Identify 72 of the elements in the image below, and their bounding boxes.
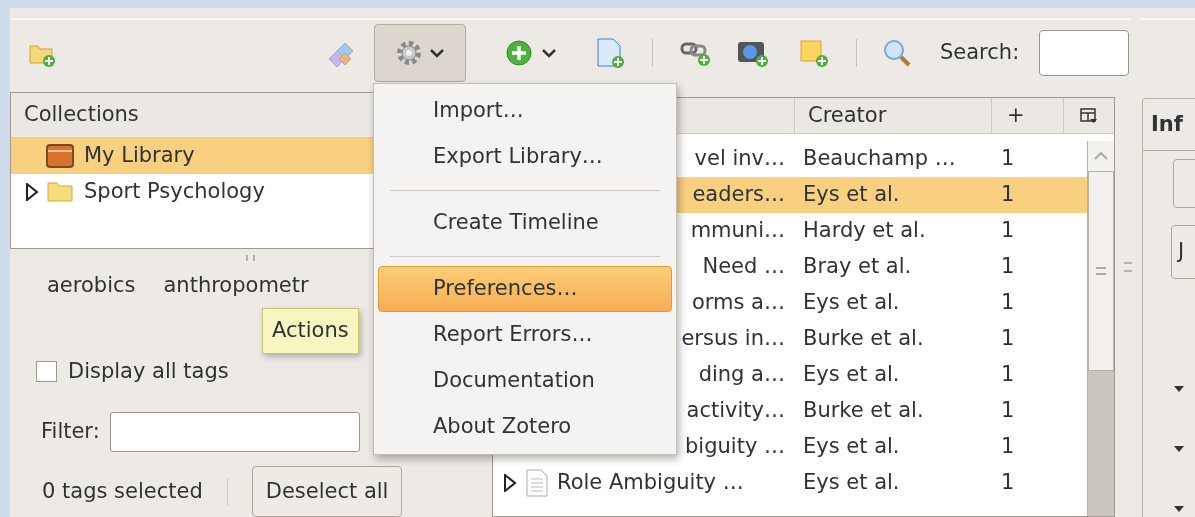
- menu-item[interactable]: Preferences…: [378, 266, 672, 312]
- table-cell-text: eaders…: [692, 181, 785, 209]
- search-field[interactable]: [1039, 29, 1130, 76]
- table-cell-text: Role Ambiguity …: [557, 469, 744, 497]
- table-cell-text: biguity …: [685, 433, 785, 461]
- filter-field[interactable]: [109, 412, 360, 452]
- table-cell: Burke et al.: [803, 398, 924, 423]
- table-cell: Eys et al.: [803, 182, 900, 207]
- table-cell: Hardy et al.: [803, 218, 926, 243]
- table-cell-text: Need …: [702, 253, 785, 281]
- table-cell-text: ding a…: [698, 361, 785, 389]
- table-cell: 1: [1001, 326, 1015, 351]
- table-cell: Eys et al.: [803, 470, 900, 495]
- add-icon: [505, 38, 533, 67]
- tag[interactable]: aerobics: [47, 270, 136, 302]
- caret-icon: [429, 48, 445, 58]
- column-picker-icon[interactable]: [1080, 106, 1098, 125]
- table-cell: Burke et al.: [803, 326, 924, 351]
- table-cell-text: activity…: [686, 397, 785, 425]
- table-cell: 1: [1001, 362, 1015, 387]
- actions-button[interactable]: [374, 24, 466, 82]
- table-cell: 1: [1001, 182, 1015, 207]
- library-icon: [45, 142, 75, 171]
- document-icon: [525, 469, 549, 497]
- table-cell: 1: [1001, 434, 1015, 459]
- table-cell: 1: [1001, 254, 1015, 279]
- tooltip: Actions: [262, 308, 359, 354]
- menu-item[interactable]: Documentation: [378, 358, 672, 404]
- table-cell: 1: [1001, 218, 1015, 243]
- column-header[interactable]: +: [992, 98, 1064, 133]
- table-cell-text: orms a…: [691, 289, 785, 317]
- new-item-button[interactable]: [505, 38, 557, 67]
- table-cell: Beauchamp …: [803, 146, 956, 171]
- tag[interactable]: anthropometr: [163, 270, 309, 302]
- display-all-checkbox[interactable]: Display all tags: [36, 355, 229, 388]
- expander-icon[interactable]: [503, 474, 517, 492]
- table-cell: 1: [1001, 470, 1015, 495]
- dropdown-arrow-icon[interactable]: [1174, 386, 1184, 392]
- table-cell: 1: [1001, 398, 1015, 423]
- table-cell: Eys et al.: [803, 290, 900, 315]
- search-label: Search:: [940, 38, 1020, 66]
- item-pane-button[interactable]: J: [1171, 225, 1195, 279]
- info-tab[interactable]: Inf: [1142, 98, 1195, 150]
- scrollbar[interactable]: [1087, 141, 1114, 516]
- item-row[interactable]: Role Ambiguity … Eys et al. 1: [493, 465, 1088, 501]
- table-cell: Eys et al.: [803, 362, 900, 387]
- new-document-icon[interactable]: [595, 36, 625, 69]
- deselect-all-button[interactable]: Deselect all: [251, 466, 403, 517]
- table-cell: Bray et al.: [803, 254, 912, 279]
- dropdown-arrow-icon[interactable]: [1174, 506, 1184, 512]
- new-folder-icon[interactable]: [28, 42, 56, 68]
- expander-icon[interactable]: [25, 183, 39, 202]
- scroll-up-icon[interactable]: [1094, 152, 1108, 160]
- table-cell-text: ersus in…: [681, 325, 785, 353]
- menu-item[interactable]: About Zotero: [378, 404, 672, 450]
- table-cell: Eys et al.: [803, 434, 900, 459]
- table-cell-text: mmuni…: [690, 217, 785, 245]
- dropdown-arrow-icon[interactable]: [1174, 446, 1184, 452]
- menu-item[interactable]: Report Errors…: [378, 312, 672, 358]
- add-note-icon[interactable]: [799, 37, 829, 68]
- scrollbar-thumb[interactable]: [1088, 171, 1114, 371]
- filter-label: Filter:: [41, 418, 100, 446]
- table-cell-text: vel inv…: [694, 145, 785, 173]
- splitter-grip-icon[interactable]: [1123, 262, 1132, 272]
- table-cell: 1: [1001, 146, 1015, 171]
- caret-icon: [541, 47, 557, 58]
- search-icon[interactable]: [882, 37, 912, 68]
- table-cell: 1: [1001, 290, 1015, 315]
- column-header[interactable]: Creator: [795, 98, 992, 133]
- selected-tags-count: 0 tags selected: [42, 477, 203, 505]
- gear-icon: [395, 39, 423, 67]
- splitter-grip-icon[interactable]: [245, 255, 255, 261]
